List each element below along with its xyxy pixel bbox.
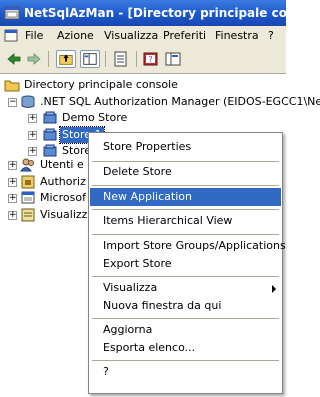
menu-aggiorna[interactable]: Aggiorna — [90, 321, 281, 339]
tree-collapse-toggle[interactable]: − — [8, 98, 17, 107]
submenu-arrow-icon — [272, 285, 276, 293]
forward-arrow-icon[interactable] — [26, 50, 42, 68]
title-bar[interactable]: NetSqlAzMan - [Directory principale cons… — [0, 0, 320, 26]
svg-text:?: ? — [148, 55, 152, 64]
tree-root[interactable]: Directory principale console — [24, 77, 178, 93]
show-hide-tree-icon[interactable] — [80, 50, 100, 68]
tree-manager[interactable]: .NET SQL Authorization Manager (EIDOS-EG… — [40, 94, 320, 110]
store-icon — [43, 128, 57, 141]
help-book-icon[interactable]: ? — [142, 50, 160, 68]
manager-icon — [21, 95, 35, 108]
tree-visualizza[interactable]: Visualizz — [40, 207, 87, 223]
menu-new-application[interactable]: New Application — [90, 188, 281, 206]
tree-expand-toggle[interactable]: + — [8, 161, 17, 170]
menu-visualizza-label: Visualizza — [103, 281, 158, 294]
authorization-icon — [21, 175, 35, 189]
tree-expand-toggle[interactable]: + — [28, 131, 37, 140]
menu-separator — [92, 209, 279, 210]
tree-utenti[interactable]: Utenti e — [40, 157, 84, 173]
toolbar-separator — [105, 51, 106, 67]
toolbar-separator — [136, 51, 137, 67]
menu-delete-store[interactable]: Delete Store — [90, 163, 281, 181]
menu-azione[interactable]: Azione — [57, 26, 94, 46]
menu-separator — [92, 276, 279, 277]
export-list-icon[interactable] — [112, 50, 130, 68]
back-arrow-icon[interactable] — [6, 50, 22, 68]
toolbar-separator — [48, 51, 49, 67]
tree-authoriz[interactable]: Authoriz — [40, 174, 86, 190]
console-window-icon[interactable] — [164, 50, 182, 68]
menu-separator — [92, 360, 279, 361]
event-viewer-icon — [21, 208, 35, 222]
menu-export-store[interactable]: Export Store — [90, 255, 281, 273]
menu-separator — [92, 161, 279, 162]
tree-expand-toggle[interactable]: + — [28, 147, 37, 156]
menu-help[interactable]: ? — [268, 26, 274, 46]
menu-esporta-elenco[interactable]: Esporta elenco... — [90, 339, 281, 357]
tree-microsof[interactable]: Microsof — [40, 190, 86, 206]
menu-bar: File Azione Visualizza Preferiti Finestr… — [0, 26, 286, 46]
app-icon — [4, 6, 20, 20]
menu-separator — [92, 185, 279, 186]
menu-finestra[interactable]: Finestra — [215, 26, 259, 46]
tree-expand-toggle[interactable]: + — [8, 194, 17, 203]
window-title: NetSqlAzMan - [Directory principale cons… — [24, 6, 320, 20]
tree-expand-toggle[interactable]: + — [28, 114, 37, 123]
menu-preferiti[interactable]: Preferiti — [163, 26, 206, 46]
tree-store-demo[interactable]: Demo Store — [62, 110, 127, 126]
menu-visualizza[interactable]: Visualizza — [90, 279, 281, 297]
microsoft-icon — [21, 191, 35, 204]
menu-store-properties[interactable]: Store Properties — [90, 138, 281, 156]
menu-items-hierarchical-view[interactable]: Items Hierarchical View — [90, 212, 281, 230]
store-icon — [43, 111, 57, 124]
menu-nuova-finestra[interactable]: Nuova finestra da qui — [90, 297, 281, 315]
users-icon — [20, 158, 34, 172]
menu-import-store[interactable]: Import Store Groups/Applications — [90, 237, 286, 255]
toolbar: ? — [0, 46, 286, 74]
up-folder-icon[interactable] — [56, 50, 76, 68]
folder-icon — [4, 80, 20, 92]
tree-expand-toggle[interactable]: + — [8, 211, 17, 220]
menu-help-item[interactable]: ? — [90, 363, 281, 381]
menu-file[interactable]: File — [25, 26, 43, 46]
menu-visualizza[interactable]: Visualizza — [104, 26, 158, 46]
context-menu: Store Properties Delete Store New Applic… — [88, 132, 286, 394]
menu-separator — [92, 234, 279, 235]
tree-expand-toggle[interactable]: + — [8, 178, 17, 187]
console-icon[interactable] — [4, 29, 18, 43]
menu-separator — [92, 318, 279, 319]
